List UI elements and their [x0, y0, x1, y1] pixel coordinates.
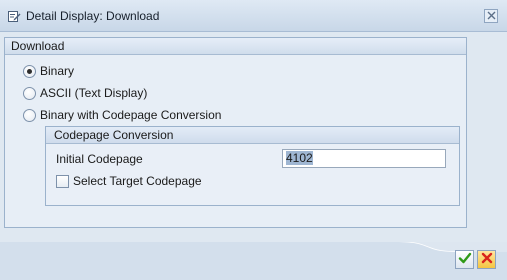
- download-group-title: Download: [5, 38, 466, 55]
- initial-codepage-input[interactable]: 4102: [282, 149, 446, 168]
- initial-codepage-label: Initial Codepage: [56, 152, 143, 166]
- initial-codepage-value: 4102: [286, 151, 313, 165]
- dialog-title-bar: Detail Display: Download: [0, 0, 507, 32]
- radio-binary[interactable]: Binary: [23, 63, 74, 79]
- radio-binary-label: Binary: [40, 64, 75, 78]
- cancel-x-icon: [480, 251, 494, 268]
- codepage-conversion-group: Codepage Conversion Initial Codepage 410…: [45, 126, 460, 206]
- codepage-conversion-title: Codepage Conversion: [46, 127, 459, 144]
- close-button[interactable]: [484, 9, 498, 23]
- edit-document-icon: [7, 9, 21, 23]
- dialog-footer: [0, 242, 507, 280]
- cancel-button[interactable]: [477, 250, 496, 269]
- radio-ascii[interactable]: ASCII (Text Display): [23, 85, 147, 101]
- confirm-button[interactable]: [455, 250, 474, 269]
- select-target-codepage-label: Select Target Codepage: [73, 174, 202, 188]
- radio-binary-codepage[interactable]: Binary with Codepage Conversion: [23, 107, 221, 123]
- radio-button[interactable]: [23, 108, 36, 122]
- close-icon: [487, 9, 496, 23]
- select-target-codepage-checkbox[interactable]: [56, 174, 69, 188]
- radio-ascii-label: ASCII (Text Display): [40, 86, 148, 100]
- radio-selected-dot: [27, 68, 32, 74]
- radio-button[interactable]: [23, 64, 36, 78]
- dialog-title: Detail Display: Download: [26, 9, 160, 23]
- radio-binary-codepage-label: Binary with Codepage Conversion: [40, 108, 222, 122]
- radio-button[interactable]: [23, 86, 36, 100]
- select-target-codepage-option[interactable]: Select Target Codepage: [56, 173, 202, 189]
- checkmark-icon: [458, 251, 472, 268]
- footer-background: [0, 242, 507, 280]
- download-group: Download Binary ASCII (Text Display) Bin…: [4, 37, 467, 228]
